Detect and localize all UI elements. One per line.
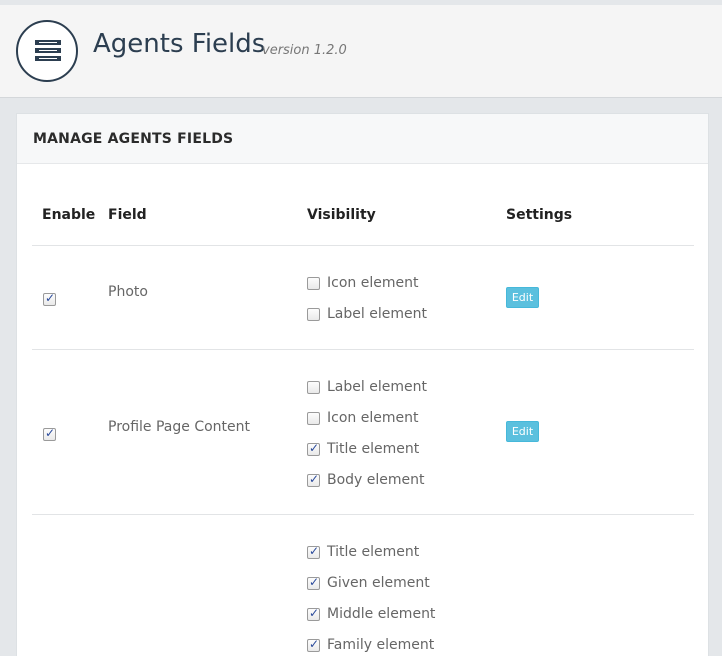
visibility-checkbox[interactable] — [307, 277, 320, 290]
enable-checkbox-profile-page-content[interactable] — [43, 426, 56, 441]
column-header-settings: Settings — [506, 207, 573, 223]
row-divider — [32, 245, 694, 246]
visibility-checkbox[interactable] — [307, 412, 320, 425]
field-name-photo: Photo — [108, 284, 148, 300]
panel-heading: MANAGE AGENTS FIELDS — [17, 114, 708, 164]
server-icon — [16, 20, 78, 82]
edit-button-profile-page-content[interactable]: Edit — [506, 421, 539, 442]
visibility-checkbox[interactable] — [307, 637, 320, 652]
visibility-checkbox[interactable] — [307, 575, 320, 590]
manage-fields-panel: MANAGE AGENTS FIELDS Enable Field Visibi… — [16, 113, 709, 656]
field-name-profile-page-content: Profile Page Content — [108, 419, 251, 435]
visibility-checkbox[interactable] — [307, 381, 320, 394]
version-label: version 1.2.0 — [262, 43, 347, 58]
column-header-visibility: Visibility — [307, 207, 376, 223]
enable-checkbox-photo[interactable] — [43, 291, 56, 306]
visibility-checkbox[interactable] — [307, 441, 320, 456]
visibility-checkbox[interactable] — [307, 606, 320, 621]
page-header: Agents Fields version 1.2.0 — [0, 5, 722, 98]
row-divider — [32, 349, 694, 350]
visibility-checkbox[interactable] — [307, 472, 320, 487]
edit-button-photo[interactable]: Edit — [506, 287, 539, 308]
row-divider — [32, 514, 694, 515]
visibility-checkbox[interactable] — [307, 544, 320, 559]
column-header-field: Field — [108, 207, 147, 223]
visibility-checkbox[interactable] — [307, 308, 320, 321]
column-header-enable: Enable — [42, 207, 96, 223]
page-title: Agents Fields — [93, 29, 266, 59]
